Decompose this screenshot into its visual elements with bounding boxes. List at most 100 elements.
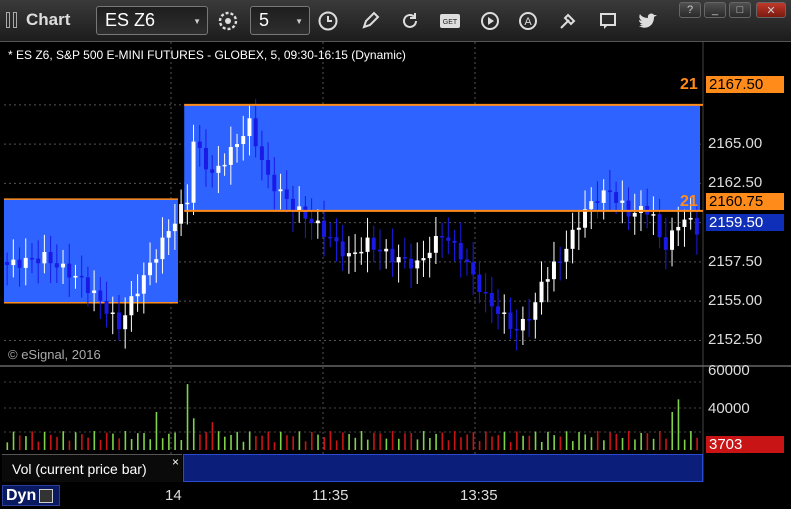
volume-bar [261, 435, 263, 450]
volume-bar [87, 437, 89, 450]
supply-demand-zone [4, 199, 178, 303]
volume-current-tag: 3703 [706, 436, 784, 453]
window-title: Chart [26, 10, 71, 29]
symbol-select[interactable]: ES Z6 ▼ [96, 6, 208, 35]
refresh-icon[interactable] [396, 7, 424, 35]
volume-bar [665, 438, 667, 450]
candle-body [514, 328, 519, 331]
volume-bar [522, 435, 524, 450]
candle-body [663, 237, 668, 250]
minimize-button[interactable]: _ [704, 2, 726, 18]
candle-body [79, 275, 84, 278]
volume-bar [124, 431, 127, 450]
volume-bar [696, 437, 698, 450]
comment-icon[interactable] [594, 7, 622, 35]
volume-bar [242, 441, 245, 450]
volume-bar [422, 431, 425, 450]
current-price-tag: 2159.50 [706, 214, 784, 231]
candle-body [272, 174, 277, 192]
candle-body [483, 292, 488, 294]
pencil-icon[interactable] [356, 7, 384, 35]
svg-text:A: A [524, 16, 532, 28]
volume-bar [43, 431, 46, 450]
candle-body [527, 318, 532, 321]
volume-bar [168, 433, 170, 450]
volume-bar [174, 432, 176, 450]
watermark: © eSignal, 2016 [8, 347, 101, 362]
candle-body [626, 200, 631, 217]
candle-body [290, 198, 295, 212]
volume-bar [6, 442, 9, 450]
dynamic-button[interactable]: Dyn [2, 485, 60, 506]
close-icon[interactable]: × [172, 455, 179, 469]
volume-bar [559, 436, 562, 450]
toolbar: Chart ES Z6 ▼ 5 ▼ GET A ? _ □ ✕ [0, 0, 791, 42]
volume-bar [671, 412, 674, 450]
volume-bar [105, 432, 108, 450]
volume-bar [180, 440, 183, 450]
svg-text:GET: GET [443, 19, 458, 26]
candle-body [185, 202, 190, 205]
candle-body [116, 312, 121, 330]
maximize-button[interactable]: □ [729, 2, 751, 18]
volume-legend: Vol (current price bar) × [2, 454, 182, 482]
volume-bar [155, 412, 158, 450]
volume-bar [217, 431, 220, 450]
volume-bar [690, 431, 692, 450]
volume-bar [453, 431, 456, 450]
get-icon[interactable]: GET [436, 7, 464, 35]
volume-bar [354, 437, 357, 450]
candle-body [682, 219, 687, 227]
volume-bar [447, 440, 450, 450]
tools-icon[interactable] [554, 7, 582, 35]
candle-body [632, 212, 637, 217]
candle-body [477, 274, 482, 293]
lock-icon [39, 488, 54, 503]
volume-bar [112, 433, 114, 450]
upper-level-label: 21 [680, 76, 698, 93]
candle-body [73, 275, 78, 278]
grip-icon[interactable] [6, 12, 20, 28]
price-chart[interactable] [0, 42, 791, 482]
candle-body [61, 263, 66, 268]
candle-body [396, 257, 401, 263]
candle-body [539, 281, 544, 303]
candle-body [5, 261, 10, 266]
chart-area[interactable]: * ES Z6, S&P 500 E-MINI FUTURES - GLOBEX… [0, 42, 791, 482]
candle-body [471, 262, 476, 275]
price-tick: 2155.00 [708, 292, 763, 310]
candle-body [197, 141, 202, 148]
candle-body [446, 237, 451, 241]
candle-body [520, 318, 525, 331]
volume-bar [236, 431, 239, 450]
candle-body [651, 214, 656, 216]
volume-bar [534, 431, 537, 450]
volume-bar [25, 436, 27, 450]
volume-bar [93, 431, 96, 450]
twitter-icon[interactable] [634, 7, 662, 35]
candle-body [409, 258, 414, 269]
candle-body [607, 190, 612, 193]
candle-body [67, 263, 72, 278]
candle-body [452, 240, 457, 243]
volume-bar [348, 434, 350, 450]
clock-icon[interactable] [314, 7, 342, 35]
interval-select[interactable]: 5 ▼ [250, 6, 310, 35]
play-icon[interactable] [476, 7, 504, 35]
candle-body [148, 262, 153, 276]
alert-icon[interactable]: A [514, 7, 542, 35]
volume-bar [62, 431, 65, 450]
volume-bar [627, 431, 630, 450]
settings-icon[interactable] [214, 7, 242, 35]
candle-body [365, 237, 370, 252]
chevron-down-icon: ▼ [295, 17, 303, 26]
candle-body [415, 260, 420, 269]
volume-bar [659, 431, 661, 450]
help-button[interactable]: ? [679, 2, 701, 18]
candle-body [676, 226, 681, 231]
candle-body [353, 252, 358, 254]
volume-bar [478, 441, 481, 450]
volume-bar [472, 432, 475, 450]
close-button[interactable]: ✕ [756, 2, 786, 18]
volume-bar [323, 437, 326, 450]
